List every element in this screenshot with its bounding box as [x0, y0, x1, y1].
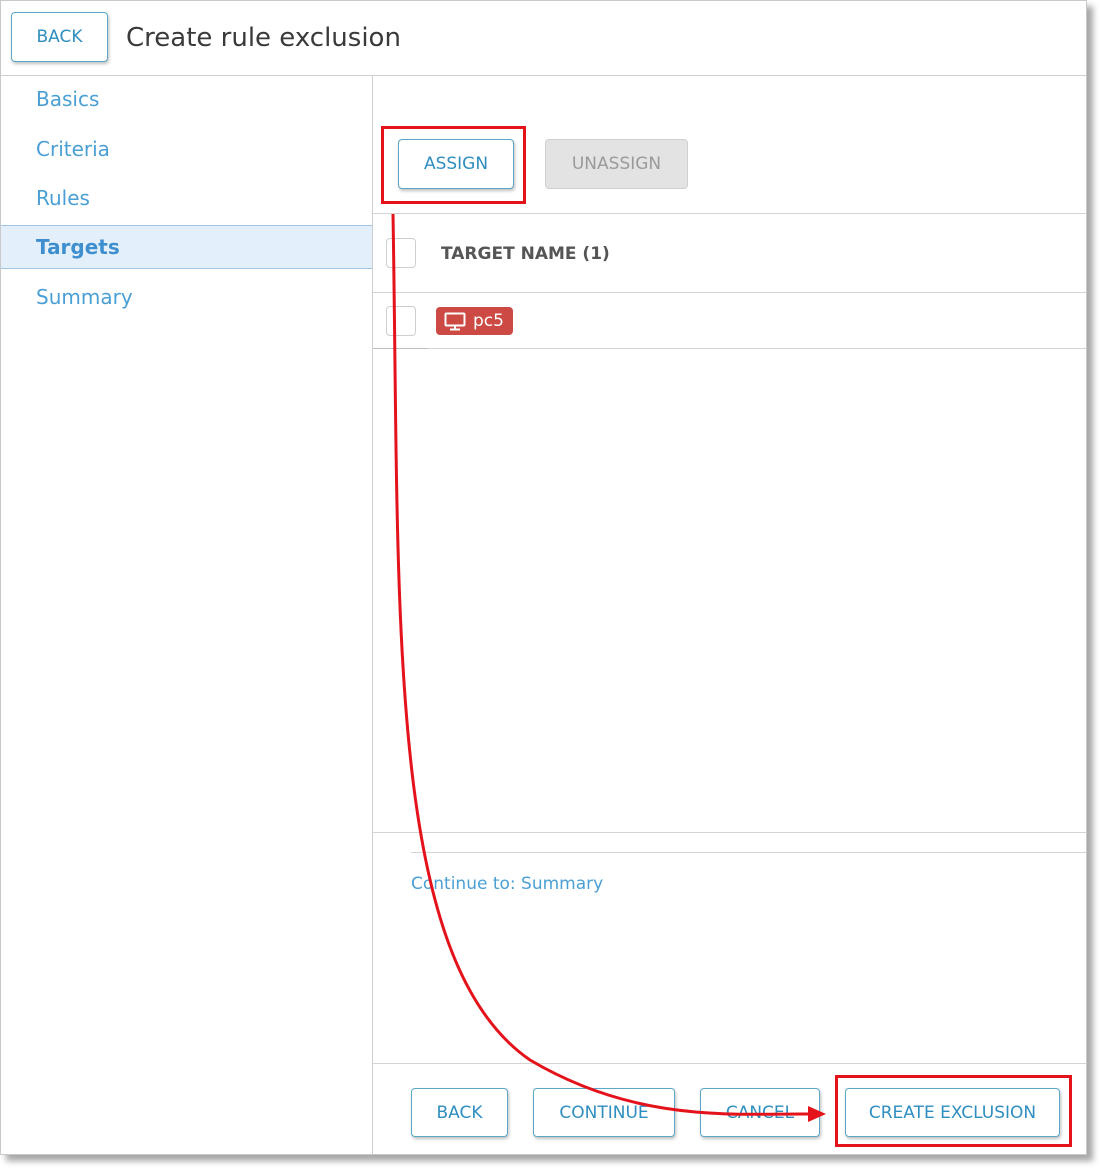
- footer-divider: [373, 1063, 1086, 1064]
- table-top-divider: [373, 213, 1086, 214]
- page-title: Create rule exclusion: [126, 23, 401, 53]
- sidebar: Basics Criteria Rules Targets Summary: [1, 76, 373, 1154]
- sidebar-item-basics[interactable]: Basics: [1, 78, 372, 120]
- sidebar-item-criteria[interactable]: Criteria: [1, 128, 372, 170]
- sidebar-item-targets[interactable]: Targets: [1, 225, 372, 269]
- table-header-divider: [373, 292, 1086, 293]
- target-name: pc5: [473, 311, 504, 331]
- monitor-icon: [444, 312, 466, 330]
- continue-to-summary-link[interactable]: Continue to: Summary: [411, 874, 603, 894]
- select-all-checkbox[interactable]: [386, 238, 416, 268]
- continue-button[interactable]: CONTINUE: [533, 1088, 675, 1137]
- dialog-frame: BACK Create rule exclusion Basics Criter…: [0, 0, 1087, 1155]
- footer-back-button[interactable]: BACK: [411, 1088, 508, 1137]
- row-divider: [428, 348, 1086, 349]
- sidebar-item-rules[interactable]: Rules: [1, 177, 372, 219]
- cancel-button[interactable]: CANCEL: [700, 1088, 820, 1137]
- assign-button[interactable]: ASSIGN: [398, 139, 514, 189]
- target-tag[interactable]: pc5: [436, 307, 513, 335]
- row-divider-left: [373, 348, 428, 349]
- sidebar-item-summary[interactable]: Summary: [1, 276, 372, 318]
- content-bottom-divider: [373, 832, 1086, 833]
- row-checkbox[interactable]: [386, 306, 416, 336]
- unassign-button: UNASSIGN: [545, 139, 688, 189]
- continue-divider: [411, 852, 1086, 853]
- create-exclusion-button[interactable]: CREATE EXCLUSION: [845, 1088, 1060, 1137]
- column-header-target-name: TARGET NAME (1): [441, 244, 610, 264]
- header-back-button[interactable]: BACK: [11, 12, 108, 62]
